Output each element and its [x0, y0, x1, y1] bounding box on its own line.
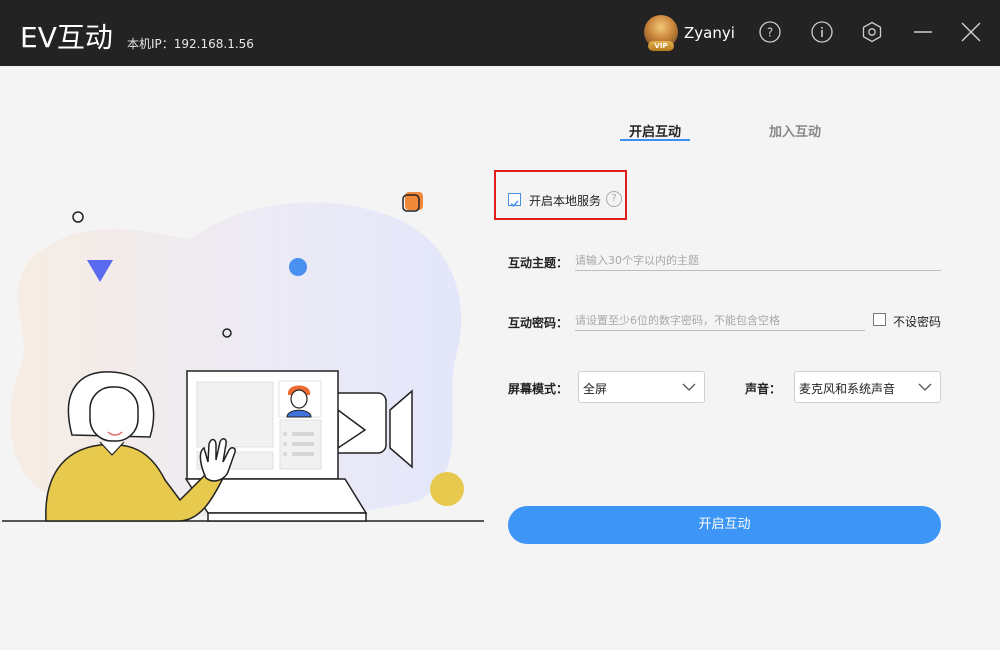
username[interactable]: Zyanyi	[684, 24, 735, 42]
small-ring	[72, 211, 84, 223]
no-password-checkbox[interactable]	[873, 313, 886, 326]
yellow-dot	[430, 472, 464, 506]
local-service-label[interactable]: 开启本地服务	[529, 192, 601, 209]
app-title: EV互动	[20, 21, 113, 54]
password-input[interactable]	[575, 310, 865, 331]
active-tab-indicator	[620, 139, 690, 141]
sound-value: 麦克风和系统声音	[799, 382, 896, 396]
screen-mode-select[interactable]: 全屏	[578, 371, 705, 403]
minimize-icon[interactable]	[912, 21, 934, 43]
local-ip-label: 本机IP：192.168.1.56	[127, 37, 254, 51]
topic-label: 互动主题：	[508, 256, 569, 270]
chevron-down-icon	[918, 383, 932, 391]
blue-dot	[289, 258, 307, 276]
vip-badge: VIP	[648, 41, 674, 51]
local-service-checkbox[interactable]	[508, 193, 521, 208]
sound-label: 声音：	[745, 382, 782, 396]
check-icon	[510, 200, 519, 208]
svg-text:?: ?	[767, 26, 773, 40]
no-password-label[interactable]: 不设密码	[893, 313, 941, 330]
start-interaction-button[interactable]: 开启互动	[508, 506, 941, 544]
screen-mode-value: 全屏	[583, 382, 608, 396]
info-icon[interactable]	[811, 21, 833, 43]
close-icon[interactable]	[960, 21, 982, 43]
tab-join-interaction[interactable]: 加入互动	[760, 121, 830, 140]
title-bar: EV互动 本机IP：192.168.1.56 VIP Zyanyi ?	[0, 0, 1000, 66]
sound-select[interactable]: 麦克风和系统声音	[794, 371, 941, 403]
settings-icon[interactable]	[861, 21, 883, 43]
help-icon[interactable]: ?	[759, 21, 781, 43]
topic-input[interactable]	[575, 250, 941, 271]
chevron-down-icon	[682, 383, 696, 391]
screen-mode-label: 屏幕模式：	[508, 382, 569, 396]
tab-start-interaction[interactable]: 开启互动	[620, 121, 690, 140]
help-icon-small[interactable]: ?	[606, 191, 622, 207]
video-call-illustration	[2, 192, 484, 522]
password-label: 互动密码：	[508, 316, 569, 330]
